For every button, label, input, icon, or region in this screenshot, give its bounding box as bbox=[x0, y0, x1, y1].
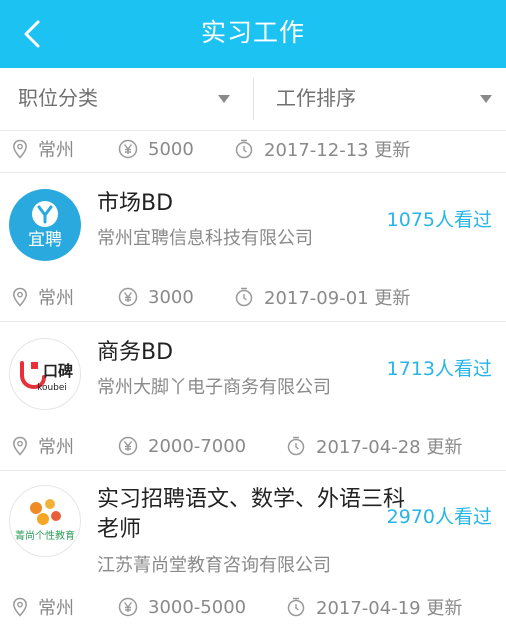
logo-subtext: koubei bbox=[37, 383, 67, 393]
job-meta-row: 常州 2000-7000 2017-04-28 更新 bbox=[0, 428, 506, 464]
company-name: 常州大脚丫电子商务有限公司 bbox=[97, 377, 331, 398]
job-city: 常州 bbox=[12, 428, 74, 464]
job-salary-label: 3000-5000 bbox=[148, 596, 247, 618]
company-name: 常州宜聘信息科技有限公司 bbox=[97, 228, 313, 249]
job-city-label: 常州 bbox=[38, 288, 74, 309]
location-pin-icon bbox=[13, 139, 27, 159]
location-pin-icon bbox=[13, 287, 27, 307]
view-count: 1075人看过 bbox=[386, 209, 492, 231]
job-updated: 2017-04-19 更新 bbox=[286, 589, 462, 625]
app-header: 实习工作 bbox=[0, 0, 506, 68]
category-filter-label: 职位分类 bbox=[18, 86, 98, 110]
sort-filter[interactable]: 工作排序 bbox=[254, 68, 506, 130]
job-meta-row: 常州 5000 2017-12-13 更新 bbox=[0, 131, 506, 167]
job-card[interactable]: 宜聘 市场BD 常州宜聘信息科技有限公司 1075人看过 常州 3000 201… bbox=[0, 173, 506, 321]
category-filter[interactable]: 职位分类 bbox=[0, 68, 253, 130]
job-city-label: 常州 bbox=[38, 437, 74, 458]
clock-icon bbox=[287, 597, 305, 617]
job-salary-label: 3000 bbox=[148, 286, 194, 308]
job-title: 市场BD bbox=[97, 191, 174, 216]
job-updated: 2017-12-13 更新 bbox=[234, 131, 410, 167]
job-updated-label: 2017-12-13 更新 bbox=[264, 140, 411, 161]
view-count: 1713人看过 bbox=[386, 358, 492, 380]
logo-text: 宜聘 bbox=[28, 230, 62, 250]
clock-icon bbox=[235, 287, 253, 307]
company-logo: 口碑 koubei bbox=[9, 338, 81, 410]
job-city: 常州 bbox=[12, 589, 74, 625]
job-updated-label: 2017-04-19 更新 bbox=[316, 598, 463, 619]
job-city-label: 常州 bbox=[38, 140, 74, 161]
job-card[interactable]: 菁尚个性教育 实习招聘语文、数学、外语三科 老师 江苏菁尚堂教育咨询有限公司 2… bbox=[0, 471, 506, 628]
job-city: 常州 bbox=[12, 279, 74, 315]
yen-icon bbox=[118, 597, 138, 617]
job-meta-row: 常州 3000-5000 2017-04-19 更新 bbox=[0, 589, 506, 625]
job-card[interactable]: 口碑 koubei 商务BD 常州大脚丫电子商务有限公司 1713人看过 常州 … bbox=[0, 322, 506, 470]
view-count: 2970人看过 bbox=[386, 506, 492, 528]
job-salary-label: 2000-7000 bbox=[148, 435, 247, 457]
job-city-label: 常州 bbox=[38, 598, 74, 619]
job-updated: 2017-04-28 更新 bbox=[286, 428, 462, 464]
filter-bar: 职位分类 工作排序 bbox=[0, 68, 506, 131]
logo-text: 菁尚个性教育 bbox=[15, 529, 75, 542]
job-title: 商务BD bbox=[97, 340, 174, 365]
yen-icon bbox=[118, 436, 138, 456]
sort-filter-label: 工作排序 bbox=[276, 86, 356, 110]
job-updated: 2017-09-01 更新 bbox=[234, 279, 410, 315]
yen-icon bbox=[118, 287, 138, 307]
job-title-line2: 老师 bbox=[97, 517, 142, 542]
company-logo: 宜聘 bbox=[9, 189, 81, 261]
location-pin-icon bbox=[13, 436, 27, 456]
job-updated-label: 2017-09-01 更新 bbox=[264, 288, 411, 309]
location-pin-icon bbox=[13, 597, 27, 617]
yen-icon bbox=[118, 139, 138, 159]
job-salary-label: 5000 bbox=[148, 138, 194, 160]
job-salary: 3000-5000 bbox=[118, 589, 246, 625]
logo-text: 口碑 bbox=[43, 362, 73, 380]
job-updated-label: 2017-04-28 更新 bbox=[316, 437, 463, 458]
dropdown-arrow-icon bbox=[218, 95, 230, 103]
dropdown-arrow-icon bbox=[480, 95, 492, 103]
clock-icon bbox=[287, 436, 305, 456]
company-name: 江苏菁尚堂教育咨询有限公司 bbox=[97, 555, 331, 576]
company-logo: 菁尚个性教育 bbox=[9, 485, 81, 557]
job-salary: 5000 bbox=[118, 131, 194, 167]
job-title: 实习招聘语文、数学、外语三科 bbox=[97, 487, 406, 512]
job-salary: 3000 bbox=[118, 279, 194, 315]
job-city: 常州 bbox=[12, 131, 74, 167]
job-meta-row: 常州 3000 2017-09-01 更新 bbox=[0, 279, 506, 315]
clock-icon bbox=[235, 139, 253, 159]
page-title: 实习工作 bbox=[200, 18, 305, 47]
job-salary: 2000-7000 bbox=[118, 428, 246, 464]
